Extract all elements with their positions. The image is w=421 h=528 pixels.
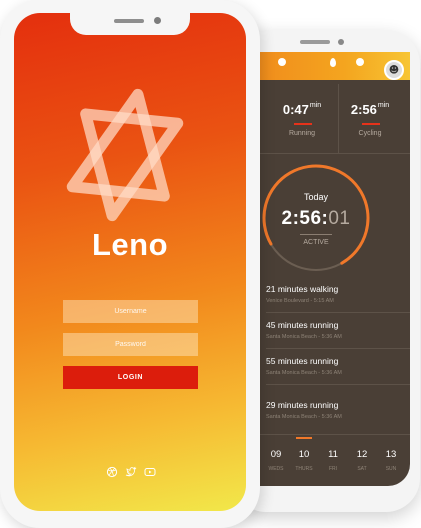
activity-divider	[266, 384, 410, 385]
activity-subtitle: Santa Monica Beach - 5:36 AM	[266, 370, 342, 376]
day-number: 10	[298, 449, 310, 460]
activity-title: 21 minutes walking	[266, 284, 339, 294]
camera-icon	[154, 17, 161, 24]
leno-logo-icon	[66, 88, 184, 222]
day-selected-marker	[296, 437, 312, 439]
stat-value: 0:47min	[282, 102, 322, 117]
stats-divider	[338, 84, 339, 154]
avatar[interactable]: ☻	[384, 60, 404, 80]
tracker-header: ☻	[248, 50, 410, 80]
activity-subtitle: Santa Monica Beach - 5:36 AM	[266, 414, 342, 420]
day-number: 13	[385, 449, 397, 460]
ring-day-label: Today	[303, 192, 329, 202]
stat-underline	[362, 123, 380, 125]
ring-divider	[300, 234, 332, 235]
activity-item[interactable]: 45 minutes running Santa Monica Beach - …	[266, 320, 406, 340]
day-name: SAT	[357, 466, 367, 472]
ring-status: ACTIVE	[303, 239, 329, 246]
drop-icon[interactable]	[330, 58, 336, 67]
activity-ring: Today 2:56:01 ACTIVE	[256, 158, 376, 278]
stat-value: 2:56min	[350, 102, 390, 117]
speaker-grille	[114, 19, 144, 23]
day-name: SUN	[385, 466, 397, 472]
stat-label: Running	[288, 130, 316, 137]
day-item[interactable]: 11 FRI	[319, 449, 347, 472]
front-notch	[70, 13, 190, 35]
activity-title: 45 minutes running	[266, 320, 339, 330]
activity-title: 55 minutes running	[266, 356, 339, 366]
activity-subtitle: Santa Monica Beach - 5:36 AM	[266, 334, 342, 340]
activity-title: 29 minutes running	[266, 400, 339, 410]
activity-divider	[266, 348, 410, 349]
header-tab-dot[interactable]	[356, 58, 364, 66]
activity-divider	[266, 312, 410, 313]
day-name: FRI	[328, 466, 338, 472]
stats-row: 0:47min Running 2:56min Cycling	[248, 82, 410, 154]
day-item[interactable]: 13 SUN	[377, 449, 405, 472]
day-item[interactable]: 09 WEDS	[262, 449, 290, 472]
activity-item[interactable]: 29 minutes running Santa Monica Beach - …	[266, 400, 406, 420]
day-number: 09	[270, 449, 282, 460]
stat-running[interactable]: 0:47min Running	[264, 82, 340, 154]
stat-cycling[interactable]: 2:56min Cycling	[332, 82, 408, 154]
day-name: THURS	[295, 466, 313, 472]
day-item[interactable]: 12 SAT	[348, 449, 376, 472]
ring-time: 2:56:01	[281, 208, 351, 229]
activity-item[interactable]: 55 minutes running Santa Monica Beach - …	[266, 356, 406, 376]
password-input[interactable]	[63, 333, 198, 356]
brand-name: Leno	[91, 227, 169, 262]
day-number: 12	[356, 449, 368, 460]
day-item-selected[interactable]: 10 THURS	[290, 437, 318, 472]
activity-subtitle: Venice Boulevard - 5:15 AM	[266, 298, 334, 304]
social-links	[106, 463, 156, 478]
stat-underline	[294, 123, 312, 125]
stat-label: Cycling	[358, 130, 382, 137]
dribbble-icon[interactable]	[106, 463, 118, 478]
activity-item[interactable]: 21 minutes walking Venice Boulevard - 5:…	[266, 284, 406, 304]
camera-icon	[338, 39, 344, 45]
header-tab-dot[interactable]	[278, 58, 286, 66]
phones-mockup: ☻ 0:47min Running 2:56min Cycling Today …	[0, 0, 421, 528]
back-notch	[300, 38, 350, 46]
login-screen: Leno LOGIN	[14, 13, 246, 511]
day-name: WEDS	[268, 466, 284, 472]
login-button[interactable]: LOGIN	[63, 366, 198, 389]
username-input[interactable]	[63, 300, 198, 323]
day-selector: 09 WEDS 10 THURS 11 FRI 12 SAT 13 SUN	[248, 434, 410, 486]
speaker-grille	[300, 40, 330, 44]
day-number: 11	[328, 449, 338, 460]
twitter-icon[interactable]	[125, 463, 137, 477]
youtube-icon[interactable]	[144, 463, 156, 476]
tracker-screen: ☻ 0:47min Running 2:56min Cycling Today …	[248, 44, 410, 486]
